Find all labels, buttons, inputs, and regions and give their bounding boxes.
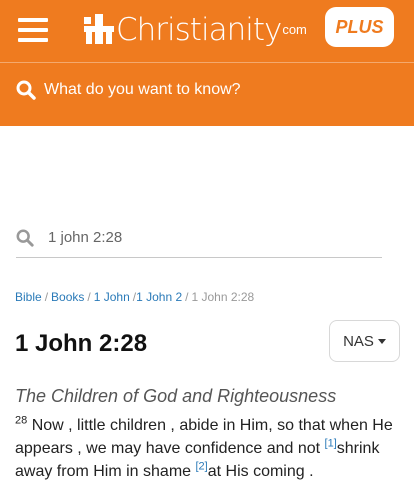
header-search-input[interactable]: What do you want to know? xyxy=(16,75,396,105)
breadcrumb-current: 1 John 2:28 xyxy=(191,290,255,304)
plus-button[interactable]: PLUS xyxy=(325,7,394,47)
search-icon xyxy=(16,229,34,247)
site-header: Christianity com PLUS What do you want t… xyxy=(0,0,414,126)
header-divider xyxy=(0,62,414,63)
breadcrumb-books[interactable]: Books xyxy=(51,290,84,304)
version-label: NAS xyxy=(343,332,374,350)
verse-part-3: at His coming . xyxy=(207,463,314,480)
header-search-placeholder: What do you want to know? xyxy=(44,81,241,98)
search-icon xyxy=(16,80,36,100)
bible-search-input[interactable]: 1 john 2:28 xyxy=(16,218,382,258)
breadcrumb-1-john-2[interactable]: 1 John 2 xyxy=(136,290,182,304)
verse-number: 28 xyxy=(15,414,28,427)
site-logo[interactable]: Christianity com xyxy=(84,10,307,50)
footnote-link-2[interactable]: [2] xyxy=(196,461,208,473)
breadcrumb-1-john[interactable]: 1 John xyxy=(94,290,130,304)
breadcrumb: Bible / Books/1 John/1 John 2/1 John 2:28 xyxy=(15,290,255,304)
footnote-link-1[interactable]: [1] xyxy=(325,438,337,450)
logo-mark-icon xyxy=(84,14,114,44)
caret-down-icon xyxy=(377,338,386,344)
logo-text: Christianity xyxy=(116,12,282,48)
verse-text: 28 Now , little children , abide in Him,… xyxy=(15,414,407,483)
page-title: 1 John 2:28 xyxy=(15,330,148,357)
logo-suffix: com xyxy=(282,22,307,37)
breadcrumb-bible[interactable]: Bible xyxy=(15,290,42,304)
section-heading: The Children of God and Righteousness xyxy=(15,386,337,406)
version-dropdown[interactable]: NAS xyxy=(329,320,400,362)
bible-search-value: 1 john 2:28 xyxy=(48,229,123,246)
menu-icon[interactable] xyxy=(18,18,48,42)
